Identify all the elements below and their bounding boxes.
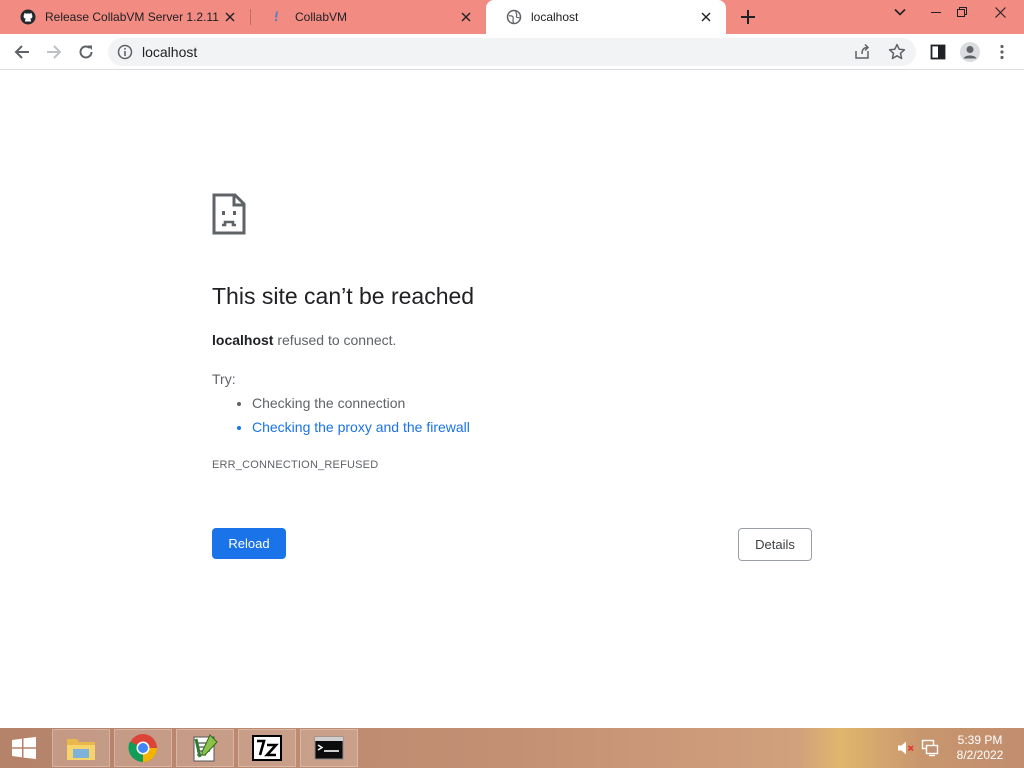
refresh-icon — [79, 45, 93, 59]
file-explorer-icon — [67, 739, 95, 760]
tab-search-button[interactable] — [884, 0, 916, 24]
error-message-text: refused to connect. — [273, 332, 397, 348]
restore-button[interactable] — [946, 0, 978, 24]
avatar — [960, 42, 980, 62]
tab-title: CollabVM — [295, 10, 348, 24]
address-text[interactable]: localhost — [142, 44, 197, 60]
reload-button[interactable]: Reload — [212, 528, 286, 559]
clock-date: 8/2/2022 — [956, 748, 1004, 762]
suggestion-check-connection: Checking the connection — [252, 394, 470, 418]
tab-strip: Release CollabVM Server 1.2.11 CollabVM … — [0, 0, 1024, 34]
taskbar-command-prompt[interactable] — [300, 729, 358, 767]
browser-toolbar: localhost — [0, 34, 1024, 70]
error-host: localhost — [212, 332, 274, 348]
tab-title: Release CollabVM Server 1.2.11 — [45, 10, 219, 24]
info-icon[interactable] — [117, 44, 133, 60]
command-prompt-icon — [314, 736, 344, 760]
tab-localhost[interactable]: localhost — [486, 0, 726, 34]
globe-icon — [506, 9, 522, 25]
taskbar-7zip[interactable] — [238, 729, 296, 767]
github-icon — [20, 9, 36, 25]
sad-page-icon — [212, 193, 246, 235]
network-button[interactable] — [920, 728, 940, 768]
chevron-down-icon — [894, 8, 906, 16]
tab-collabvm[interactable]: CollabVM — [250, 0, 486, 34]
details-button[interactable]: Details — [738, 528, 812, 561]
bookmark-star-icon[interactable] — [888, 43, 906, 61]
minimize-icon — [931, 12, 941, 13]
start-button[interactable] — [0, 728, 48, 768]
close-window-button[interactable] — [984, 0, 1016, 24]
suggestion-check-proxy-link[interactable]: Checking the proxy and the firewall — [252, 418, 470, 442]
share-icon[interactable] — [853, 43, 871, 61]
reload-toolbar-button[interactable] — [72, 38, 100, 66]
taskbar-file-explorer[interactable] — [52, 729, 110, 767]
collabvm-icon — [270, 9, 286, 25]
suggestion-list: Checking the connection Checking the pro… — [234, 394, 470, 442]
notepad-plus-icon — [193, 734, 218, 762]
7zip-icon — [252, 735, 282, 761]
more-vert-icon — [1000, 44, 1004, 60]
arrow-right-icon — [47, 45, 62, 59]
network-icon — [921, 739, 939, 757]
close-tab-icon[interactable] — [458, 9, 474, 25]
menu-button[interactable] — [988, 38, 1016, 66]
page-title: This site can’t be reached — [212, 283, 475, 309]
error-code: ERR_CONNECTION_REFUSED — [212, 459, 379, 471]
back-button[interactable] — [8, 38, 36, 66]
forward-button[interactable] — [40, 38, 68, 66]
tab-title: localhost — [531, 10, 579, 24]
tab-collabvm-release[interactable]: Release CollabVM Server 1.2.11 — [0, 0, 250, 34]
restore-icon — [957, 7, 967, 17]
arrow-left-icon — [14, 45, 29, 59]
side-panel-icon — [930, 44, 946, 60]
plus-icon — [741, 10, 755, 24]
address-bar[interactable]: localhost — [108, 38, 916, 66]
close-tab-icon[interactable] — [698, 9, 714, 25]
page-content: This site can’t be reached localhost ref… — [0, 71, 1024, 728]
chrome-icon — [128, 734, 157, 762]
system-clock[interactable]: 5:39 PM 8/2/2022 — [948, 733, 1012, 763]
side-panel-button[interactable] — [924, 38, 952, 66]
try-label: Try: — [212, 371, 236, 387]
profile-button[interactable] — [956, 38, 984, 66]
taskbar: 5:39 PM 8/2/2022 — [0, 728, 1024, 768]
error-message: localhost refused to connect. — [212, 332, 396, 348]
volume-muted-button[interactable] — [896, 728, 916, 768]
windows-logo-icon — [12, 737, 36, 759]
close-tab-icon[interactable] — [222, 9, 238, 25]
close-icon — [994, 6, 1006, 18]
taskbar-notepad-plus[interactable] — [176, 729, 234, 767]
clock-time: 5:39 PM — [957, 733, 1003, 747]
new-tab-button[interactable] — [736, 5, 760, 29]
taskbar-chrome[interactable] — [114, 729, 172, 767]
volume-muted-icon — [898, 741, 914, 755]
